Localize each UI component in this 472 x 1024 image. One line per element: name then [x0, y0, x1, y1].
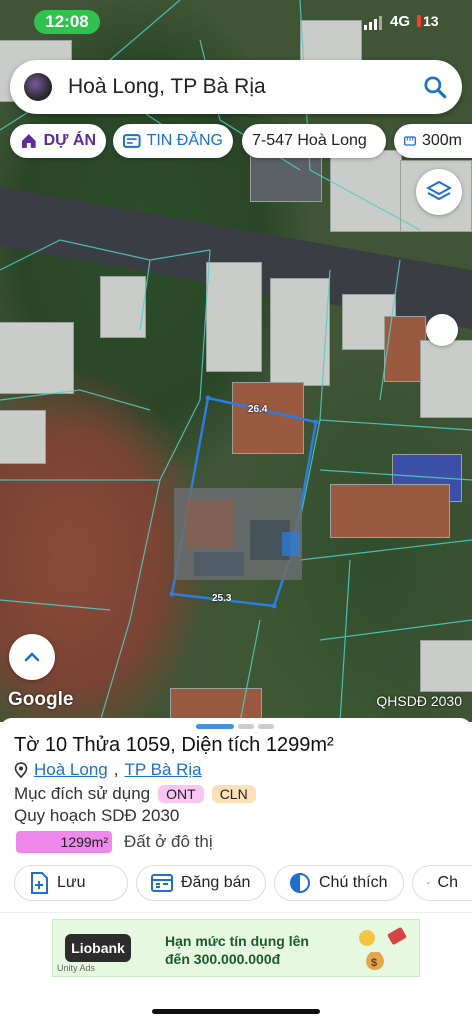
- ad-headline: Hạn mức tín dụng lên: [165, 933, 309, 949]
- camera-plus-icon: [427, 881, 430, 884]
- edge-label-bottom: 25.3: [212, 593, 232, 604]
- home-indicator: [152, 1009, 320, 1014]
- status-time: 12:08: [34, 10, 100, 34]
- battery-indicator: 13: [414, 13, 442, 29]
- svg-text:$: $: [371, 957, 377, 969]
- listing-icon: [151, 874, 173, 892]
- search-icon[interactable]: [422, 74, 448, 100]
- usage-label: Mục đích sử dụng: [14, 784, 151, 803]
- add-document-icon: [31, 872, 48, 894]
- layers-button[interactable]: [416, 169, 462, 215]
- chevron-up-icon: [24, 652, 40, 662]
- map-control-dot[interactable]: [426, 314, 458, 346]
- action-label: Chú thích: [319, 874, 388, 891]
- expand-button[interactable]: [9, 634, 55, 680]
- chip-label: TIN ĐĂNG: [146, 132, 223, 149]
- usage-tag-ont: ONT: [158, 785, 204, 803]
- ad-banner[interactable]: Liobank Hạn mức tín dụng lên đến 300.000…: [52, 919, 420, 977]
- chip-label: DỰ ÁN: [43, 132, 96, 149]
- search-bar[interactable]: Hoà Long, TP Bà Rịa: [10, 60, 462, 114]
- ad-brand-logo: Liobank: [65, 934, 131, 962]
- parcel-location: Hoà Long, TP Bà Rịa: [14, 760, 202, 780]
- ad-network-label: Unity Ads: [57, 963, 96, 973]
- action-label: Lưu: [57, 874, 86, 891]
- ruler-icon: [404, 136, 416, 146]
- save-button[interactable]: Lưu: [14, 865, 128, 901]
- land-use-row: Mục đích sử dụng ONT CLN: [14, 784, 256, 804]
- search-query[interactable]: Hoà Long, TP Bà Rịa: [68, 75, 266, 99]
- layers-icon: [426, 180, 452, 201]
- chip-parcel-id[interactable]: 7-547 Hoà Long: [242, 124, 386, 158]
- google-watermark: Google: [8, 689, 74, 710]
- half-circle-icon: [290, 873, 310, 893]
- status-bar: 12:08 4G 13: [0, 0, 472, 44]
- signal-icon: [364, 16, 382, 30]
- filter-chip-bar: DỰ ÁN TIN ĐĂNG 7-547 Hoà Long 300m: [10, 124, 472, 160]
- chip-label: 300m: [421, 132, 462, 149]
- network-type: 4G: [390, 13, 411, 30]
- money-bag-icon: $: [359, 927, 407, 970]
- add-photo-button[interactable]: Ch: [412, 865, 472, 901]
- plan-type: Đất ở đô thị: [124, 832, 213, 851]
- sheet-pager[interactable]: [196, 724, 274, 729]
- parcel-title: Tờ 10 Thửa 1059, Diện tích 1299m²: [14, 734, 334, 756]
- plan-label: Quy hoạch SDĐ 2030: [14, 806, 180, 825]
- post-sale-button[interactable]: Đăng bán: [136, 865, 266, 901]
- plan-row: 1299m² Đất ở đô thị: [16, 831, 213, 853]
- plan-area-badge: 1299m²: [16, 831, 112, 853]
- parcel-info-sheet: Tờ 10 Thửa 1059, Diện tích 1299m² Hoà Lo…: [0, 718, 472, 1024]
- battery-percent: 13: [423, 13, 439, 29]
- action-label: Ch: [437, 874, 458, 891]
- house-icon: [21, 134, 36, 148]
- avatar[interactable]: [24, 73, 52, 101]
- chip-du-an[interactable]: DỰ ÁN: [10, 124, 106, 158]
- battery-low-icon: [417, 15, 421, 27]
- action-bar: Lưu Đăng bán Chú thích Ch: [14, 865, 472, 903]
- chip-label: 7-547 Hoà Long: [252, 132, 367, 149]
- location-commune-link[interactable]: Hoà Long: [34, 760, 108, 780]
- satellite-map[interactable]: 26.4 25.3 12:08 4G 13 Hoà Long, TP Bà Rị…: [0, 0, 472, 722]
- listing-icon: [123, 134, 141, 148]
- layer-label: QHSDĐ 2030: [376, 693, 462, 709]
- ad-offer: đến 300.000.000đ: [165, 951, 281, 967]
- location-pin-icon: [14, 762, 28, 778]
- chip-tin-dang[interactable]: TIN ĐĂNG: [113, 124, 233, 158]
- location-city-link[interactable]: TP Bà Rịa: [124, 760, 201, 780]
- edge-label-top: 26.4: [248, 404, 268, 415]
- action-label: Đăng bán: [181, 874, 251, 891]
- divider: [0, 912, 472, 913]
- usage-tag-cln: CLN: [211, 785, 256, 803]
- chip-radius[interactable]: 300m: [394, 124, 472, 158]
- legend-button[interactable]: Chú thích: [274, 865, 404, 901]
